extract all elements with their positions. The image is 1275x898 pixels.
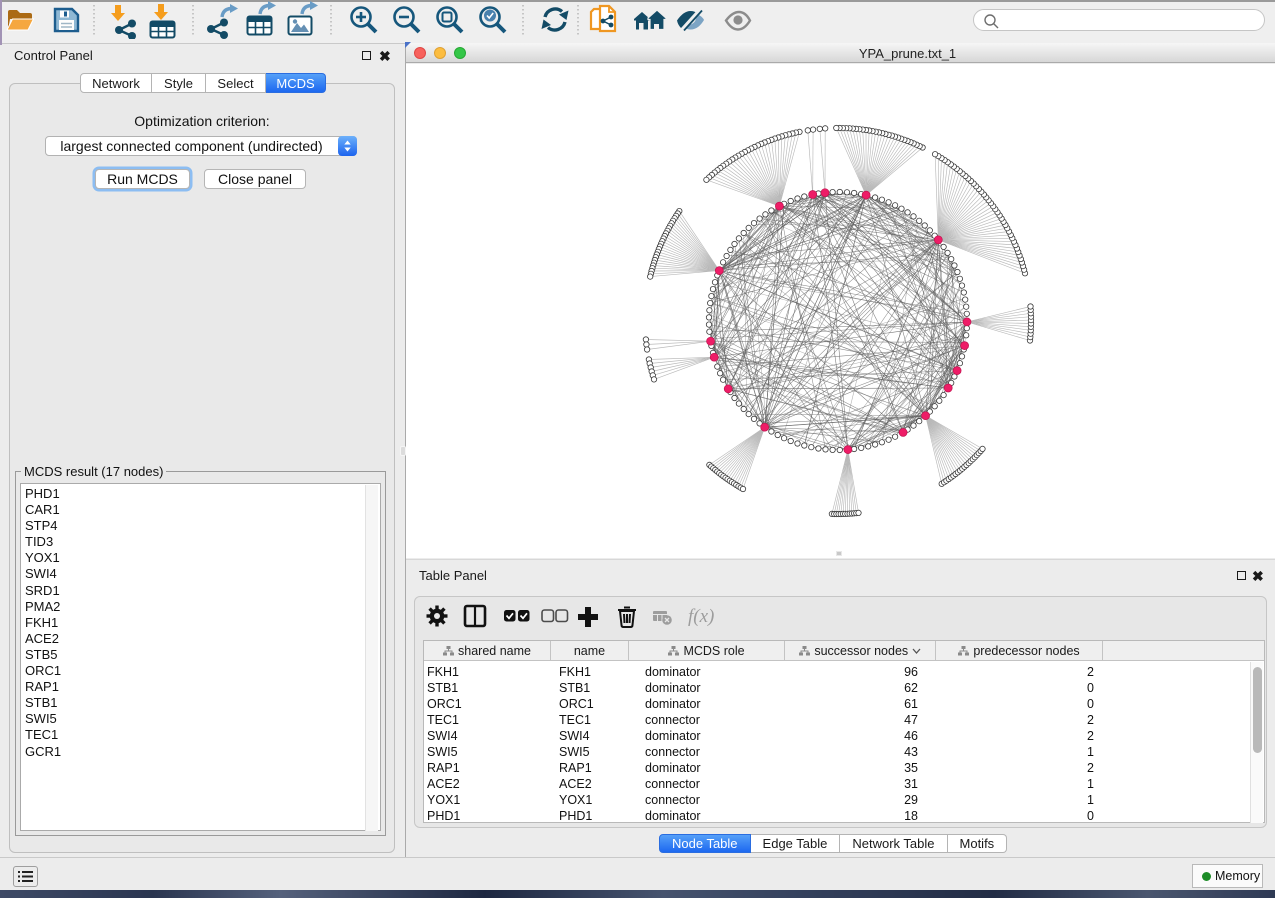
svg-text:f(x): f(x) — [688, 606, 714, 627]
